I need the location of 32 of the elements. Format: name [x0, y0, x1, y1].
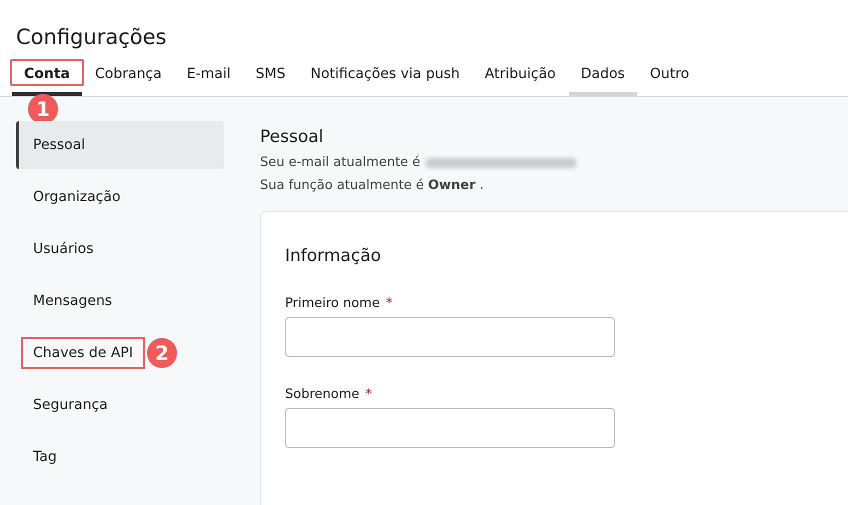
page-title: Configurações	[16, 24, 168, 51]
sidebar-label: Segurança	[32, 396, 109, 415]
tab[interactable]: Outro	[638, 62, 702, 96]
tab[interactable]: SMS	[244, 62, 298, 96]
sidebar-label: Mensagens	[32, 292, 114, 311]
tab[interactable]: Notificações via push	[298, 62, 472, 96]
required-mark: *	[386, 296, 392, 311]
sidebar-item[interactable]: Mensagens	[16, 277, 224, 325]
tab[interactable]: Atribuição	[472, 62, 568, 96]
sidebar-item[interactable]: Organização	[16, 173, 224, 221]
text-field[interactable]	[285, 317, 615, 357]
sidebar-item[interactable]: Segurança	[16, 381, 224, 429]
text-field[interactable]	[285, 408, 615, 448]
sidebar-item[interactable]: Chaves de API 2	[16, 329, 224, 377]
step-badge: 2	[147, 338, 177, 368]
sidebar-label: Organização	[32, 188, 122, 207]
role-text: Sua função atualmente é Owner .	[260, 178, 484, 193]
sidebar-label: Usuários	[32, 240, 94, 259]
card-heading: Informação	[285, 246, 382, 266]
required-mark: *	[365, 387, 372, 402]
sidebar-label: Pessoal	[32, 136, 86, 155]
sidebar-item[interactable]: Pessoal	[16, 121, 224, 169]
field-label: Sobrenome *	[285, 387, 373, 402]
email-text: Seu e-mail atualmente é	[260, 155, 420, 170]
tab[interactable]: Cobrança	[83, 62, 174, 96]
field-label: Primeiro nome *	[285, 296, 394, 311]
sidebar-item[interactable]: Tag	[16, 433, 224, 481]
sidebar-item[interactable]: Usuários	[16, 225, 224, 273]
tab[interactable]: E-mail	[174, 62, 243, 96]
section-heading: Pessoal	[260, 127, 324, 147]
sidebar-label: Tag	[32, 448, 58, 467]
highlighted-label: Chaves de API	[21, 337, 145, 369]
